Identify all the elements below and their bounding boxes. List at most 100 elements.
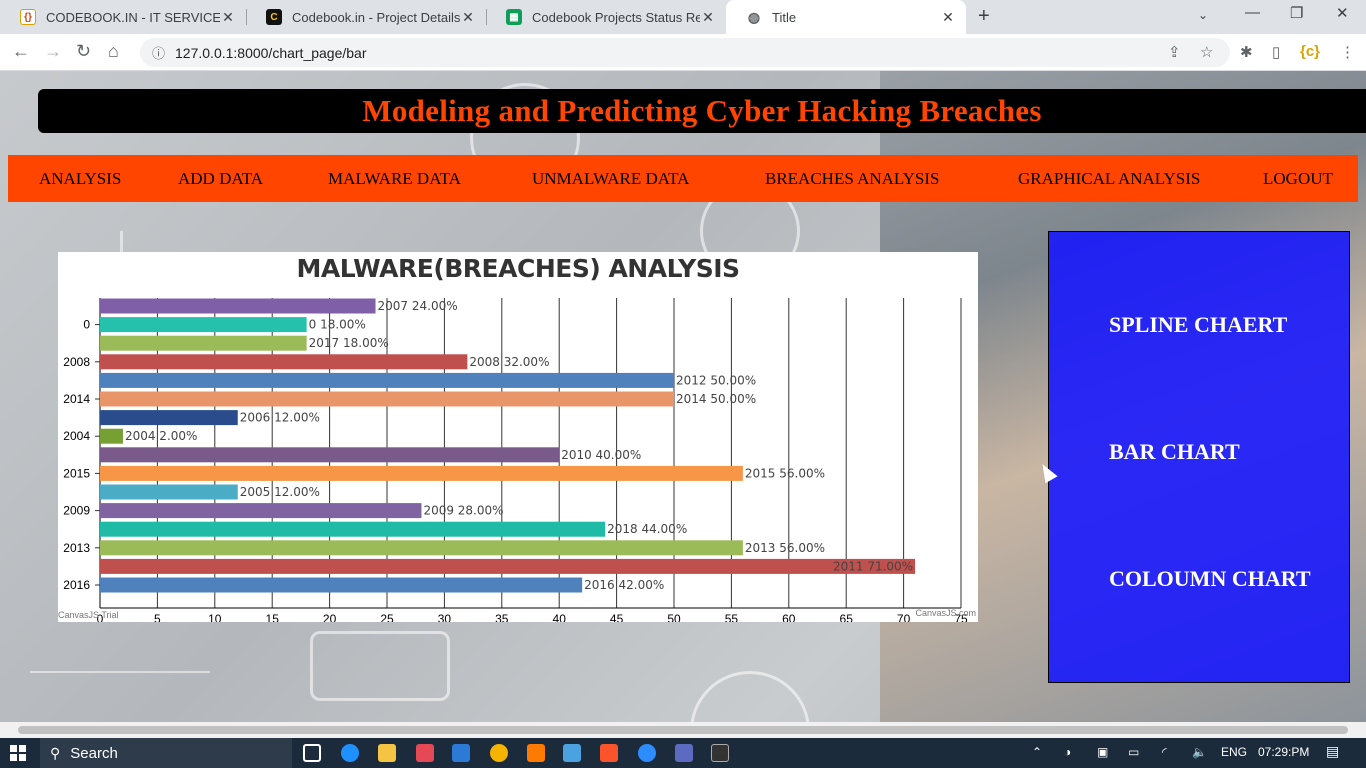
menu-add-data[interactable]: ADD DATA <box>178 169 263 189</box>
vscode-icon[interactable] <box>452 744 470 762</box>
browser-tab-strip: {} CODEBOOK.IN - IT SERVICES ✕ C Codeboo… <box>0 0 1366 34</box>
codebook-favicon-icon: {} <box>20 9 36 25</box>
bar <box>100 577 583 593</box>
bar <box>100 354 468 370</box>
terminal-icon[interactable] <box>711 744 729 762</box>
browser-tab-active[interactable]: ◍ Title ✕ <box>726 0 966 34</box>
scrollbar-thumb[interactable] <box>18 726 1348 734</box>
close-tab-icon[interactable]: ✕ <box>700 9 716 26</box>
x-tick-label: 70 <box>897 612 911 622</box>
bar-chart-container: 0 5 10 15 20 25 30 35 40 45 50 55 60 65 70 75 2007 24.00… <box>58 252 978 622</box>
bar <box>100 391 674 407</box>
sheets-favicon-icon: ▦ <box>506 9 522 25</box>
bar-data-label: 2012 50.00% <box>676 373 756 387</box>
menu-kebab-icon[interactable]: ⋮ <box>1340 43 1355 61</box>
language-indicator[interactable]: ENG <box>1221 745 1247 759</box>
task-view-icon[interactable] <box>303 744 321 762</box>
menu-graphical-analysis[interactable]: GRAPHICAL ANALYSIS <box>1018 169 1200 189</box>
globe-favicon-icon: ◍ <box>747 8 761 25</box>
site-info-icon[interactable]: ⓘ <box>152 43 165 62</box>
close-window-icon[interactable]: ✕ <box>1336 4 1349 22</box>
x-tick-label: 5 <box>154 612 161 622</box>
bg-decoration <box>30 671 210 673</box>
browser-tab[interactable]: ▦ Codebook Projects Status Report ✕ <box>486 0 726 34</box>
notifications-icon[interactable]: ▤ <box>1326 743 1339 760</box>
bar-data-label: 2008 32.00% <box>469 355 549 369</box>
new-tab-icon[interactable]: + <box>978 5 990 28</box>
menu-logout[interactable]: LOGOUT <box>1263 169 1333 189</box>
home-icon[interactable]: ⌂ <box>108 41 119 62</box>
taskbar-search-label: Search <box>70 744 118 762</box>
extensions-icon[interactable]: ✱ <box>1240 43 1253 61</box>
x-tick-label: 55 <box>725 612 739 622</box>
edge-browser-icon[interactable] <box>341 744 359 762</box>
site-title: Modeling and Predicting Cyber Hacking Br… <box>362 93 1042 128</box>
x-tick-label: 50 <box>667 612 681 622</box>
bar <box>100 540 743 556</box>
y-tick-label: 2013 <box>63 541 90 555</box>
column-chart-link[interactable]: COLOUMN CHART <box>1109 566 1311 592</box>
clock[interactable]: 07:29:PM <box>1258 745 1309 759</box>
brave-icon[interactable] <box>600 744 618 762</box>
wifi-icon[interactable]: ◜ <box>1162 745 1167 759</box>
bar-data-label: 2016 42.00% <box>584 578 664 592</box>
minimize-icon[interactable]: — <box>1245 4 1260 21</box>
share-icon[interactable]: ⇪ <box>1168 43 1181 61</box>
menu-analysis[interactable]: ANALYSIS <box>39 169 121 189</box>
bar <box>100 558 916 574</box>
menu-malware-data[interactable]: MALWARE DATA <box>328 169 461 189</box>
headset-icon[interactable]: ◑ <box>1064 745 1071 759</box>
tab-search-chevron-icon[interactable]: ⌄ <box>1198 8 1208 22</box>
volume-icon[interactable]: 🔈 <box>1192 745 1207 759</box>
chrome-icon[interactable] <box>490 744 508 762</box>
tray-chevron-icon[interactable]: ⌃ <box>1032 745 1042 759</box>
side-panel-icon[interactable]: ▯ <box>1272 43 1280 61</box>
browser-tab[interactable]: {} CODEBOOK.IN - IT SERVICES ✕ <box>0 0 246 34</box>
bar <box>100 465 743 481</box>
forward-icon[interactable]: → <box>44 41 62 62</box>
bar-data-label: 2017 18.00% <box>309 336 389 350</box>
network-center-icon[interactable]: ▣ <box>1097 745 1108 759</box>
chart-title: MALWARE(BREACHES) ANALYSIS <box>296 254 740 283</box>
browser-tab[interactable]: C Codebook.in - Project Details ✕ <box>246 0 486 34</box>
bar-data-label: 2011 71.00% <box>833 559 913 573</box>
file-explorer-icon[interactable] <box>378 744 396 762</box>
close-tab-icon[interactable]: ✕ <box>460 9 476 26</box>
windows-start-icon[interactable] <box>10 745 26 761</box>
url-text: 127.0.0.1:8000/chart_page/bar <box>175 44 367 61</box>
menu-unmalware-data[interactable]: UNMALWARE DATA <box>532 169 689 189</box>
y-tick-label: 0 <box>83 318 90 332</box>
close-tab-icon[interactable]: ✕ <box>940 9 956 26</box>
codebook-extension-icon[interactable]: {c} <box>1300 43 1320 60</box>
zoom-icon[interactable] <box>638 744 656 762</box>
image-viewer-icon[interactable] <box>563 744 581 762</box>
bar <box>100 298 376 314</box>
y-tick-label: 2008 <box>63 355 90 369</box>
battery-icon[interactable]: ▭ <box>1128 745 1139 759</box>
horizontal-scrollbar[interactable] <box>0 722 1366 738</box>
windows-taskbar: ⚲ Search ⌃ ◑ ▣ ▭ ◜ 🔈 ENG 07:29:PM ▤ <box>0 738 1366 768</box>
x-tick-label: 45 <box>610 612 624 622</box>
bar-chart: 0 5 10 15 20 25 30 35 40 45 50 55 60 65 70 752007 24.00… <box>63 298 968 622</box>
store-icon[interactable] <box>416 744 434 762</box>
bookmark-star-icon[interactable]: ☆ <box>1200 43 1213 61</box>
restore-icon[interactable]: ❐ <box>1290 4 1303 22</box>
address-bar[interactable]: ⓘ 127.0.0.1:8000/chart_page/bar <box>140 38 1230 67</box>
search-tool-icon[interactable] <box>527 744 545 762</box>
chart-credit-link[interactable]: CanvasJS.com <box>915 608 976 618</box>
page-viewport: Modeling and Predicting Cyber Hacking Br… <box>0 71 1366 722</box>
bar-data-label: 2018 44.00% <box>607 522 687 536</box>
bar <box>100 484 238 500</box>
close-tab-icon[interactable]: ✕ <box>220 9 236 26</box>
bar-chart-link[interactable]: BAR CHART <box>1109 439 1240 465</box>
back-icon[interactable]: ← <box>12 41 30 62</box>
spline-chart-link[interactable]: SPLINE CHAERT <box>1109 312 1287 338</box>
taskbar-search[interactable]: ⚲ Search <box>40 738 292 768</box>
reload-icon[interactable]: ↻ <box>76 41 91 62</box>
y-tick-label: 2016 <box>63 578 90 592</box>
display-app-icon[interactable] <box>675 744 693 762</box>
browser-toolbar: ← → ↻ ⌂ ⓘ 127.0.0.1:8000/chart_page/bar … <box>0 34 1366 71</box>
x-tick-label: 15 <box>266 612 280 622</box>
bar-data-label: 2006 12.00% <box>240 411 320 425</box>
menu-breaches-analysis[interactable]: BREACHES ANALYSIS <box>765 169 939 189</box>
